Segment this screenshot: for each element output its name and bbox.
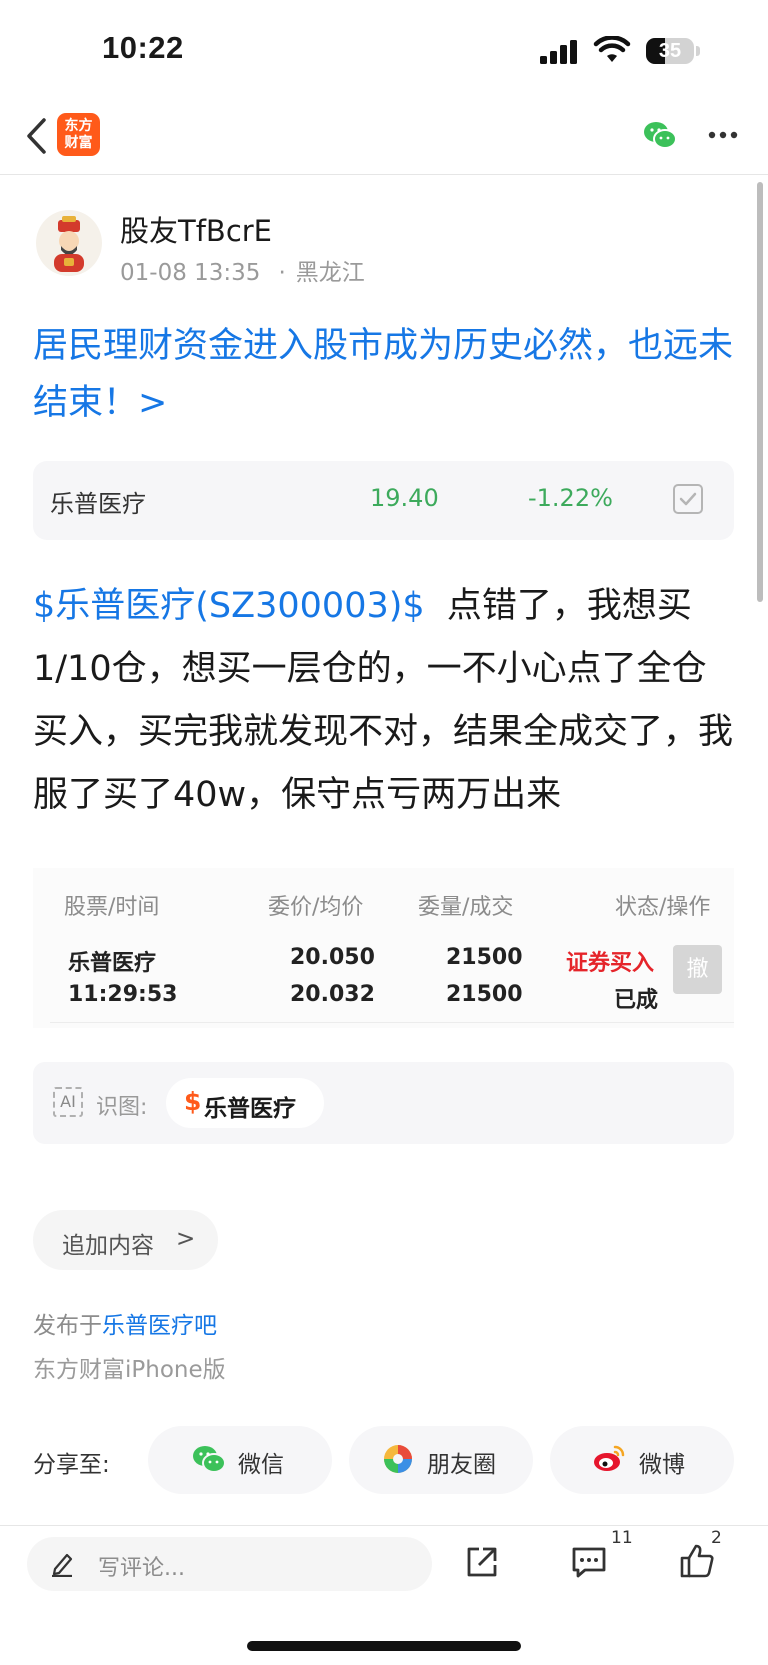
chevron-right-icon: >	[176, 1226, 196, 1252]
like-count: 2	[711, 1528, 722, 1548]
order-status: 证券买入	[566, 951, 655, 976]
order-header-status: 状态/操作	[615, 895, 711, 920]
order-header-price: 委价/均价	[268, 895, 364, 920]
append-content-label: 追加内容	[62, 1233, 154, 1259]
order-cancel-button: 撤	[673, 945, 722, 994]
check-icon	[679, 492, 697, 506]
quote-price: 19.40	[370, 484, 439, 512]
wechat-icon	[193, 1446, 226, 1473]
meta-separator: ·	[278, 260, 286, 286]
posted-prefix: 发布于	[33, 1313, 102, 1339]
comment-count: 11	[611, 1528, 633, 1548]
recognized-stock-name: 乐普医疗	[204, 1096, 296, 1122]
app-logo[interactable]: 东方 财富	[57, 113, 100, 156]
stock-link[interactable]: $乐普医疗(SZ300003)$	[33, 586, 425, 626]
order-stock: 乐普医疗	[68, 951, 157, 976]
more-icon[interactable]	[708, 131, 738, 139]
home-indicator	[247, 1641, 521, 1651]
watchlist-checkbox[interactable]	[673, 484, 703, 514]
forum-link[interactable]: 乐普医疗吧	[102, 1313, 217, 1339]
quote-change: -1.22%	[528, 484, 613, 512]
nav-divider	[0, 174, 768, 175]
share-moments-label: 朋友圈	[427, 1452, 496, 1478]
order-filled-qty: 21500	[446, 982, 523, 1007]
order-time: 11:29:53	[68, 982, 178, 1007]
wechat-share-icon[interactable]	[643, 120, 677, 150]
pencil-icon	[52, 1553, 73, 1577]
wifi-icon	[593, 36, 631, 62]
avatar[interactable]	[36, 210, 102, 276]
post-date: 01-08 13:35	[120, 260, 261, 286]
scrollbar[interactable]	[757, 182, 763, 602]
order-qty: 21500	[446, 945, 523, 970]
like-icon[interactable]	[679, 1543, 715, 1579]
avatar-icon	[54, 216, 84, 272]
author-name[interactable]: 股友TfBcrE	[120, 208, 272, 250]
post-body: $乐普医疗(SZ300003)$ 点错了，我想买1/10仓，想买一层仓的，一不小…	[33, 575, 738, 827]
ai-scan-icon: AI	[53, 1087, 83, 1117]
client-source: 东方财富iPhone版	[33, 1357, 226, 1383]
order-header-stock: 股票/时间	[64, 895, 160, 920]
share-out-icon[interactable]	[465, 1545, 499, 1579]
share-label: 分享至:	[33, 1452, 110, 1478]
post-title[interactable]: 居民理财资金进入股市成为历史必然，也远未结束！>	[33, 318, 733, 432]
order-header-qty: 委量/成交	[418, 895, 514, 920]
posted-in: 发布于乐普医疗吧	[33, 1306, 217, 1340]
dollar-icon: $	[184, 1087, 202, 1116]
moments-icon	[384, 1445, 412, 1473]
order-divider	[50, 1022, 734, 1023]
bottom-divider	[0, 1525, 768, 1526]
order-avg-price: 20.032	[290, 982, 375, 1007]
cellular-signal-icon	[540, 40, 577, 64]
status-time: 10:22	[102, 30, 184, 65]
order-result: 已成	[614, 988, 659, 1013]
battery-percent: 35	[658, 40, 682, 62]
weibo-icon	[594, 1445, 625, 1471]
logo-line-1: 东方	[64, 117, 93, 134]
share-wechat-label: 微信	[238, 1452, 284, 1478]
back-icon[interactable]	[24, 116, 48, 156]
logo-line-2: 财富	[64, 134, 93, 151]
comment-input[interactable]	[27, 1537, 432, 1591]
quote-stock-name: 乐普医疗	[50, 490, 146, 518]
comment-icon[interactable]	[571, 1545, 607, 1579]
share-weibo-label: 微博	[639, 1452, 685, 1478]
ai-recognition-label: 识图:	[96, 1095, 148, 1120]
comment-placeholder: 写评论...	[98, 1556, 185, 1581]
post-location: 黑龙江	[295, 260, 365, 286]
battery-cap	[696, 46, 700, 56]
order-price: 20.050	[290, 945, 375, 970]
post-meta: 01-08 13:35 · 黑龙江	[120, 253, 365, 287]
